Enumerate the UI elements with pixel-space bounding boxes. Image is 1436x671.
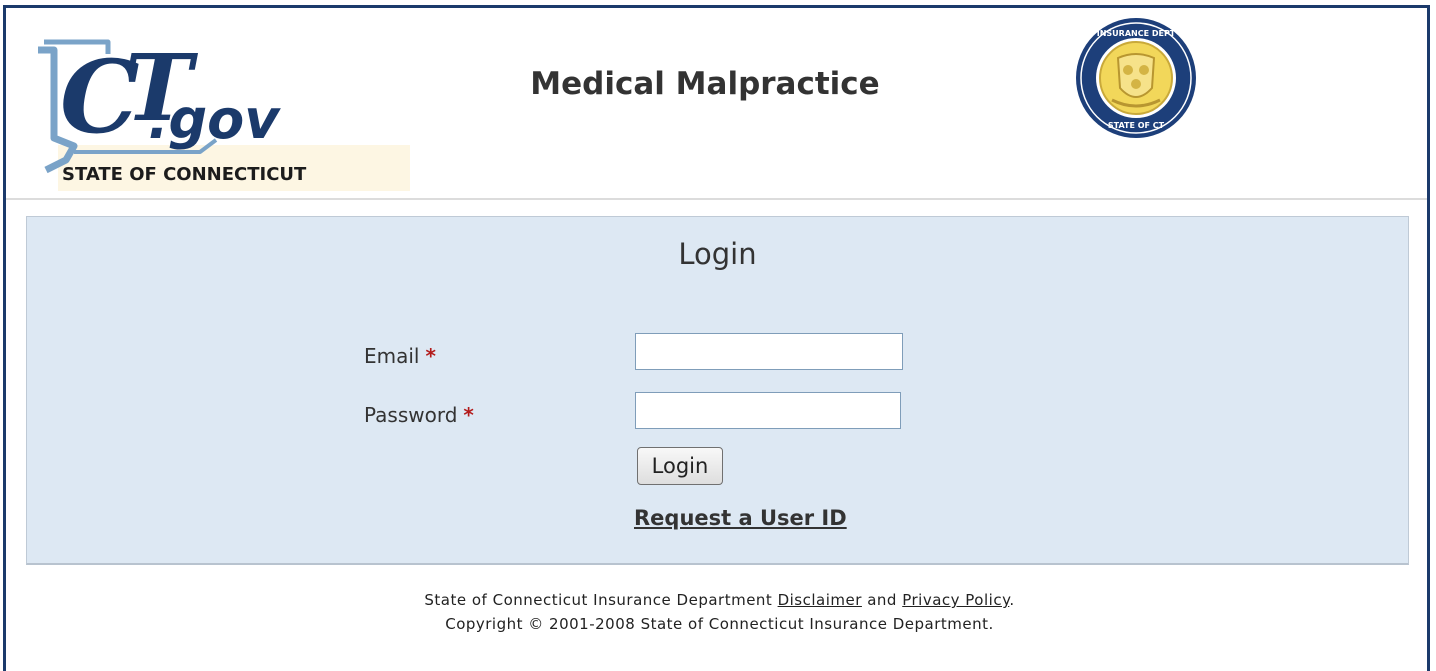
password-label: Password *: [364, 403, 474, 427]
email-label: Email *: [364, 344, 436, 368]
email-required-marker: *: [425, 344, 436, 368]
request-user-id-link[interactable]: Request a User ID: [634, 506, 847, 530]
svg-text:INSURANCE DEPT: INSURANCE DEPT: [1097, 29, 1176, 38]
page-footer: State of Connecticut Insurance Departmen…: [6, 588, 1433, 636]
login-button[interactable]: Login: [637, 447, 723, 485]
page-header: C T .gov STATE OF CONNECTICUT Medical Ma…: [6, 8, 1427, 200]
insurance-department-seal: INSURANCE DEPT STATE OF CT: [1074, 16, 1198, 140]
svg-text:STATE OF CT: STATE OF CT: [1108, 121, 1165, 130]
copyright-text: Copyright © 2001-2008 State of Connectic…: [445, 615, 994, 633]
privacy-policy-link[interactable]: Privacy Policy: [902, 591, 1009, 609]
logo-subtitle: STATE OF CONNECTICUT: [62, 164, 307, 185]
page-frame: C T .gov STATE OF CONNECTICUT Medical Ma…: [3, 5, 1430, 671]
ct-map-logo-graphic: C T .gov: [38, 34, 281, 174]
seal-icon: INSURANCE DEPT STATE OF CT: [1076, 18, 1196, 138]
password-label-text: Password: [364, 403, 458, 427]
ct-gov-logo[interactable]: C T .gov STATE OF CONNECTICUT: [30, 20, 415, 192]
password-field[interactable]: [635, 392, 901, 429]
footer-and-text: and: [867, 591, 897, 609]
login-panel: Login Email * Password * Login Request a U…: [26, 216, 1409, 565]
email-field[interactable]: [635, 333, 903, 370]
login-title: Login: [678, 237, 757, 271]
footer-department-text: State of Connecticut Insurance Departmen…: [424, 591, 773, 609]
email-label-text: Email: [364, 344, 420, 368]
footer-period: .: [1009, 591, 1015, 609]
password-required-marker: *: [463, 403, 474, 427]
disclaimer-link[interactable]: Disclaimer: [778, 591, 862, 609]
footer-disclaimer-line: State of Connecticut Insurance Departmen…: [6, 588, 1433, 612]
